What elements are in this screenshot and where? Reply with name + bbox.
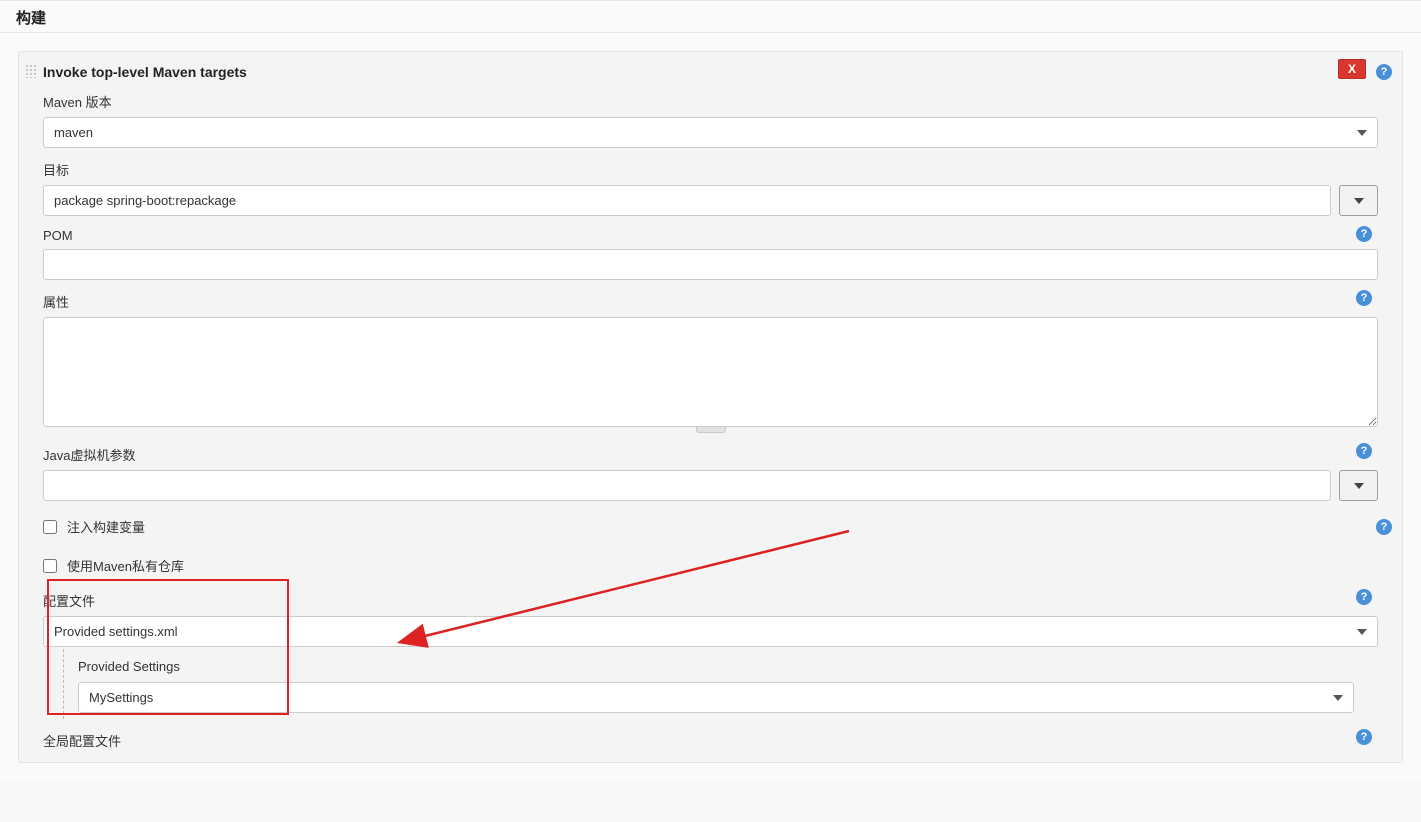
provided-settings-indent: Provided Settings MySettings bbox=[63, 649, 1378, 719]
build-step-header-row: Invoke top-level Maven targets X ? bbox=[19, 62, 1402, 86]
field-group-properties: 属性 ? bbox=[19, 286, 1402, 439]
goals-input[interactable] bbox=[43, 185, 1331, 216]
pom-input[interactable] bbox=[43, 249, 1378, 280]
label-use-private-repo[interactable]: 使用Maven私有仓库 bbox=[67, 556, 184, 575]
advanced-toggle-button[interactable] bbox=[1339, 185, 1378, 216]
help-icon[interactable]: ? bbox=[1356, 290, 1372, 306]
inject-build-vars-checkbox[interactable] bbox=[43, 520, 57, 534]
label-provided-settings: Provided Settings bbox=[64, 653, 1378, 680]
field-group-global-settings: 全局配置文件 ? bbox=[19, 725, 1402, 750]
label-goals: 目标 bbox=[43, 160, 1378, 179]
help-icon[interactable]: ? bbox=[1376, 64, 1392, 80]
properties-textarea[interactable] bbox=[43, 317, 1378, 427]
help-icon[interactable]: ? bbox=[1356, 226, 1372, 242]
maven-version-select[interactable]: maven bbox=[43, 117, 1378, 148]
label-properties: 属性 bbox=[43, 292, 1378, 311]
provided-settings-select[interactable]: MySettings bbox=[78, 682, 1354, 713]
delete-step-button[interactable]: X bbox=[1338, 59, 1366, 79]
checkbox-row-private-repo: 使用Maven私有仓库 bbox=[19, 546, 1402, 585]
jvm-options-input[interactable] bbox=[43, 470, 1331, 501]
field-group-pom: POM ? bbox=[19, 222, 1402, 286]
label-global-settings: 全局配置文件 bbox=[43, 731, 1378, 750]
section-header-build: 构建 bbox=[0, 0, 1421, 33]
help-icon[interactable]: ? bbox=[1376, 519, 1392, 535]
label-inject-build-vars[interactable]: 注入构建变量 bbox=[67, 517, 145, 536]
build-steps-area: Invoke top-level Maven targets X ? Maven… bbox=[0, 33, 1421, 781]
help-icon[interactable]: ? bbox=[1356, 443, 1372, 459]
label-maven-version: Maven 版本 bbox=[43, 92, 1378, 111]
field-group-goals: 目标 bbox=[19, 154, 1402, 222]
checkbox-row-inject-vars: 注入构建变量 ? bbox=[19, 507, 1402, 546]
label-jvm-options: Java虚拟机参数 bbox=[43, 445, 1378, 464]
settings-file-select[interactable]: Provided settings.xml bbox=[43, 616, 1378, 647]
drag-handle-icon[interactable] bbox=[25, 64, 37, 78]
use-private-repo-checkbox[interactable] bbox=[43, 559, 57, 573]
field-group-maven-version: Maven 版本 maven bbox=[19, 86, 1402, 154]
help-icon[interactable]: ? bbox=[1356, 729, 1372, 745]
build-step-maven: Invoke top-level Maven targets X ? Maven… bbox=[18, 51, 1403, 763]
help-icon[interactable]: ? bbox=[1356, 589, 1372, 605]
label-settings-file: 配置文件 bbox=[43, 591, 1378, 610]
advanced-toggle-button[interactable] bbox=[1339, 470, 1378, 501]
textarea-resize-handle[interactable] bbox=[43, 427, 1378, 433]
build-step-title: Invoke top-level Maven targets bbox=[43, 64, 247, 80]
field-group-settings-file: 配置文件 ? Provided settings.xml Provided Se… bbox=[19, 585, 1402, 725]
label-pom: POM bbox=[43, 228, 1378, 243]
field-group-jvm-options: Java虚拟机参数 ? bbox=[19, 439, 1402, 507]
